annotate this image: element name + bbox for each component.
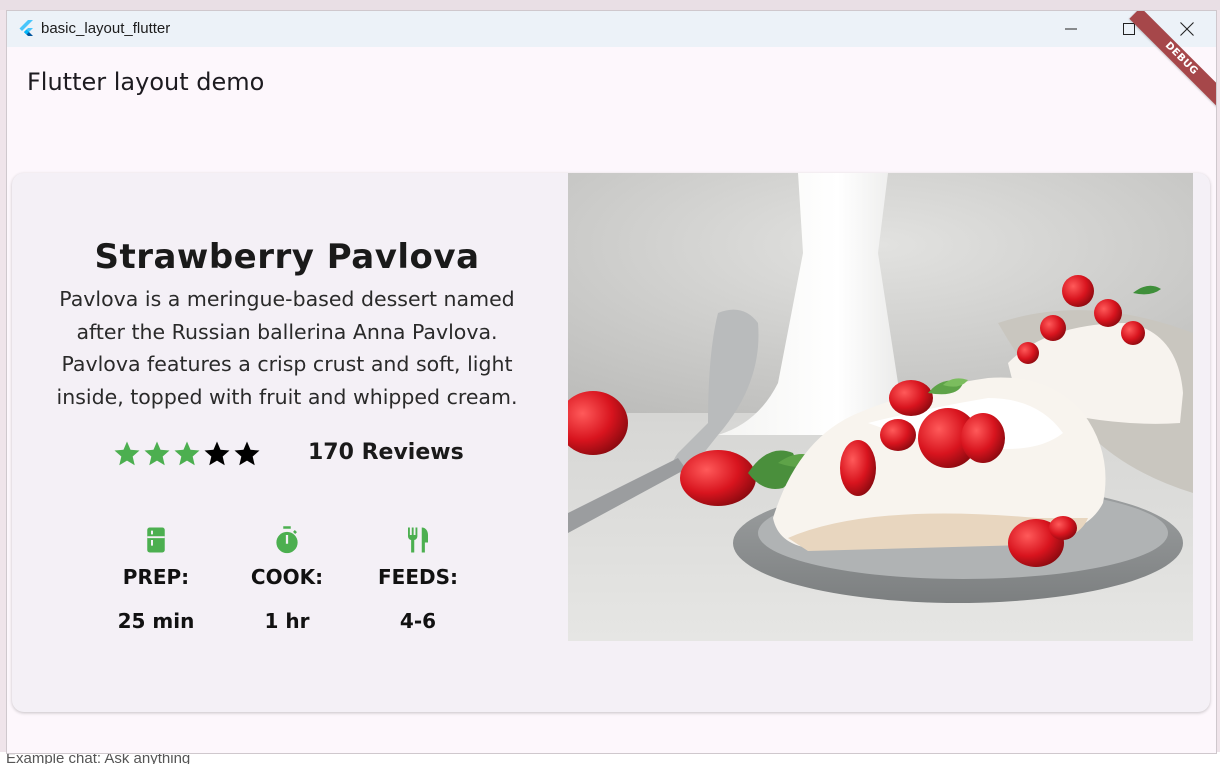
recipe-title: Strawberry Pavlova bbox=[94, 237, 480, 277]
window-titlebar[interactable]: basic_layout_flutter bbox=[7, 11, 1216, 47]
star-rating bbox=[112, 439, 262, 473]
timer-icon bbox=[276, 526, 298, 554]
maximize-icon bbox=[1123, 23, 1135, 35]
flutter-logo-icon bbox=[19, 20, 33, 36]
stat-cook: COOK: 1 hr bbox=[227, 519, 347, 639]
stat-label: FEEDS: bbox=[378, 565, 458, 589]
app-window: basic_layout_flutter DEBUG Flutter layou… bbox=[6, 10, 1217, 754]
recipe-description: Pavlova is a meringue-based dessert name… bbox=[56, 287, 518, 409]
stat-value: 1 hr bbox=[264, 609, 310, 633]
page-title: Flutter layout demo bbox=[27, 68, 265, 96]
stat-feeds: FEEDS: 4-6 bbox=[358, 519, 478, 639]
star-icon bbox=[174, 441, 200, 466]
pavlova-illustration bbox=[568, 173, 1193, 641]
minimize-button[interactable] bbox=[1042, 11, 1100, 47]
star-icon bbox=[204, 441, 230, 466]
star-icon bbox=[114, 441, 140, 466]
star-icon bbox=[144, 441, 170, 466]
minimize-icon bbox=[1065, 28, 1077, 30]
recipe-details: Strawberry Pavlova Pavlova is a meringue… bbox=[12, 173, 562, 712]
stat-label: COOK: bbox=[250, 565, 324, 589]
star-icon bbox=[234, 441, 260, 466]
recipe-card: Strawberry Pavlova Pavlova is a meringue… bbox=[12, 173, 1210, 712]
close-icon bbox=[1180, 22, 1194, 36]
desktop-background bbox=[0, 0, 1220, 10]
stat-label: PREP: bbox=[122, 565, 190, 589]
window-title: basic_layout_flutter bbox=[41, 20, 171, 37]
rating-row: 170 Reviews bbox=[112, 439, 492, 473]
reviews-count: 170 Reviews bbox=[308, 440, 464, 465]
restaurant-icon bbox=[407, 527, 428, 553]
kitchen-icon bbox=[147, 527, 165, 553]
stat-value: 25 min bbox=[117, 609, 195, 633]
pavlova-photo bbox=[568, 173, 1193, 641]
stat-value: 4-6 bbox=[399, 609, 437, 633]
stat-prep: PREP: 25 min bbox=[96, 519, 216, 639]
